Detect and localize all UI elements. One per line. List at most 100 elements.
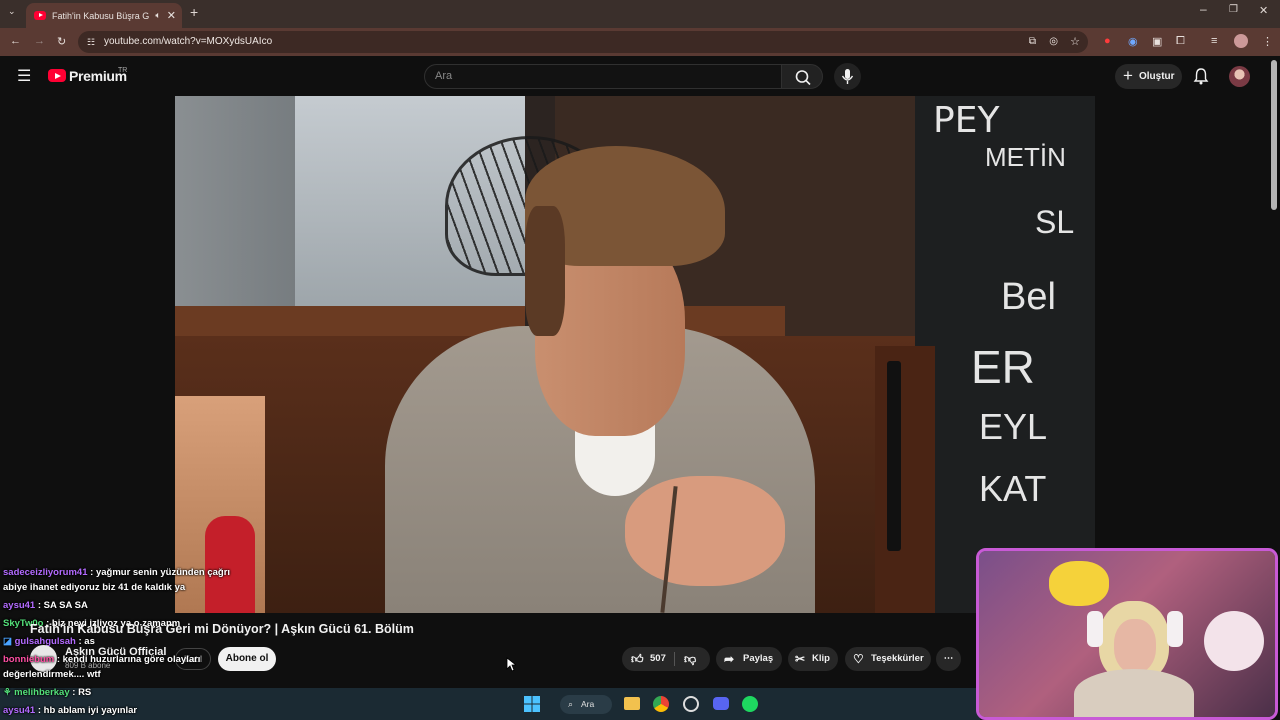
chalk-word: PEY xyxy=(933,100,1000,141)
share-button[interactable]: ➦ Paylaş xyxy=(716,647,782,671)
mouse-cursor-icon xyxy=(506,657,516,672)
url-text: youtube.com/watch?v=MOXydsUAIco xyxy=(104,36,273,47)
chat-text: : SA SA SA xyxy=(37,600,88,611)
chalk-word: EYL xyxy=(979,406,1048,447)
region-code: TR xyxy=(118,67,128,74)
headphone-right xyxy=(1167,611,1183,647)
extension-blue-icon[interactable]: ◉ xyxy=(1128,35,1138,48)
youtube-logo-icon[interactable] xyxy=(48,69,66,82)
windows-start-icon[interactable] xyxy=(524,696,540,712)
dislike-icon[interactable]: 👎︎ xyxy=(684,647,696,671)
create-button[interactable]: Oluştur xyxy=(1115,63,1182,89)
search-icon xyxy=(795,70,811,86)
pill-divider xyxy=(674,652,675,666)
more-icon: ⋯ xyxy=(943,653,954,664)
chat-username[interactable]: sadeceizliyorum41 xyxy=(3,567,88,578)
close-window-icon[interactable]: ✕ xyxy=(1259,4,1268,17)
chat-message: değerlendirmek.... wtf xyxy=(3,669,101,680)
new-tab-button[interactable]: + xyxy=(190,4,198,20)
browser-tab-bar: ⌄ Fatih'in Kabusu Büşra Geri m 🔈︎ ✕ + – … xyxy=(0,0,1280,28)
cabinet-door xyxy=(875,346,935,613)
discord-icon[interactable] xyxy=(713,697,729,710)
chat-text: : RS xyxy=(72,687,92,698)
red-garment xyxy=(205,516,255,613)
chat-badge-icon: ◪ xyxy=(3,636,12,647)
thanks-heart-icon: ♡ xyxy=(853,652,864,666)
plush-unicorn xyxy=(1204,611,1264,671)
person-hands xyxy=(625,476,785,586)
chat-username[interactable]: bonniebum xyxy=(3,654,54,665)
subscribe-button[interactable]: Abone ol xyxy=(218,647,276,671)
search-input[interactable]: Ara xyxy=(424,64,782,89)
chrome-icon[interactable] xyxy=(653,696,669,712)
voice-search-button[interactable] xyxy=(834,63,861,90)
streamer-shoulders xyxy=(1074,669,1194,717)
file-explorer-icon[interactable] xyxy=(624,697,640,710)
more-actions-button[interactable]: ⋯ xyxy=(936,647,961,671)
clip-button[interactable]: ✂ Klip xyxy=(788,647,838,671)
account-avatar[interactable] xyxy=(1229,66,1250,87)
menu-hamburger-icon[interactable]: ☰ xyxy=(17,66,31,86)
person-hair-side xyxy=(525,206,565,336)
reload-icon[interactable]: ↻ xyxy=(57,35,66,48)
chat-text: abiye ihanet ediyoruz biz 41 de kaldık y… xyxy=(3,582,186,593)
browser-menu-icon[interactable]: ⋮ xyxy=(1262,35,1273,48)
extensions-puzzle-icon[interactable]: ⧠ xyxy=(1176,35,1185,48)
extension-icon[interactable]: ▣ xyxy=(1152,35,1162,48)
minimize-window-icon[interactable]: – xyxy=(1200,2,1207,16)
chat-text: : kendi huzurlarına göre olayları xyxy=(56,654,201,665)
like-count[interactable]: 507 xyxy=(650,647,666,671)
obs-icon[interactable] xyxy=(683,696,699,712)
video-player[interactable]: PEY METİN SL Bel ER EYL KAT xyxy=(175,96,1095,613)
chalk-word: KAT xyxy=(979,468,1047,509)
back-icon[interactable]: ← xyxy=(10,35,21,47)
address-bar[interactable]: ☷ youtube.com/watch?v=MOXydsUAIco ⧉ ◎ ☆ xyxy=(78,31,1088,53)
bookmark-star-icon[interactable]: ☆ xyxy=(1070,31,1080,53)
extension-red-icon[interactable]: ● xyxy=(1104,35,1111,47)
streamer-face xyxy=(1114,619,1156,673)
profile-avatar-icon[interactable] xyxy=(1234,34,1248,48)
chat-username[interactable]: melihberkay xyxy=(14,687,69,698)
browser-toolbar: ← → ↻ ☷ youtube.com/watch?v=MOXydsUAIco … xyxy=(0,28,1280,56)
chat-message: ⚘ melihberkay : RS xyxy=(3,687,91,698)
chalk-word: Bel xyxy=(1001,276,1056,318)
video-title: Fatih'in Kabusu Büşra Geri mi Dönüyor? |… xyxy=(30,622,414,636)
taskbar-search[interactable]: ⌕ Ara xyxy=(560,695,612,714)
page-scrollbar[interactable] xyxy=(1271,60,1277,210)
reading-list-icon[interactable]: ≡ xyxy=(1211,35,1217,47)
chalkboard: PEY METİN SL Bel ER EYL KAT xyxy=(915,96,1095,613)
browser-tab-active[interactable]: Fatih'in Kabusu Büşra Geri m 🔈︎ ✕ xyxy=(26,3,182,28)
microphone-icon xyxy=(841,69,854,84)
speaker-icon[interactable]: 🔈︎ xyxy=(155,10,160,21)
chalk-word: METİN xyxy=(985,142,1066,172)
clip-label: Klip xyxy=(812,653,830,664)
plush-toy xyxy=(1049,561,1109,606)
like-icon[interactable]: 👍︎ xyxy=(631,647,644,671)
tab-close-icon[interactable]: ✕ xyxy=(167,9,176,22)
restore-window-icon[interactable]: ❐ xyxy=(1229,4,1238,15)
thanks-button[interactable]: ♡ Teşekkürler xyxy=(845,647,931,671)
search-button[interactable] xyxy=(781,64,823,89)
chat-message: bonniebum : kendi huzurlarına göre olayl… xyxy=(3,654,200,665)
chat-username[interactable]: aysu41 xyxy=(3,600,35,611)
windows-taskbar: ⌕ Ara xyxy=(0,688,980,720)
notifications-bell-icon[interactable] xyxy=(1192,67,1210,85)
tab-title: Fatih'in Kabusu Büşra Geri m xyxy=(52,10,150,21)
eye-off-icon[interactable]: ◎ xyxy=(1049,31,1058,53)
chat-text: : yağmur senin yüzünden çağrı xyxy=(90,567,231,578)
spotify-icon[interactable] xyxy=(742,696,758,712)
tab-search-chevron-icon[interactable]: ⌄ xyxy=(8,6,16,17)
forward-icon[interactable]: → xyxy=(34,35,45,47)
chat-username[interactable]: aysu41 xyxy=(3,705,35,716)
chat-message: abiye ihanet ediyoruz biz 41 de kaldık y… xyxy=(3,582,185,593)
thanks-label: Teşekkürler xyxy=(871,653,924,664)
chat-text: değerlendirmek.... wtf xyxy=(3,669,101,680)
install-app-icon[interactable]: ⧉ xyxy=(1029,31,1036,53)
chat-message: aysu41 : SA SA SA xyxy=(3,600,88,611)
streamer-webcam xyxy=(976,548,1278,720)
chat-message: sadeceizliyorum41 : yağmur senin yüzünde… xyxy=(3,567,230,578)
chat-badge-icon: ⚘ xyxy=(3,687,12,698)
youtube-favicon-icon xyxy=(34,11,46,20)
taskbar-search-label: Ara xyxy=(581,699,595,709)
site-info-icon[interactable]: ☷ xyxy=(87,31,95,53)
